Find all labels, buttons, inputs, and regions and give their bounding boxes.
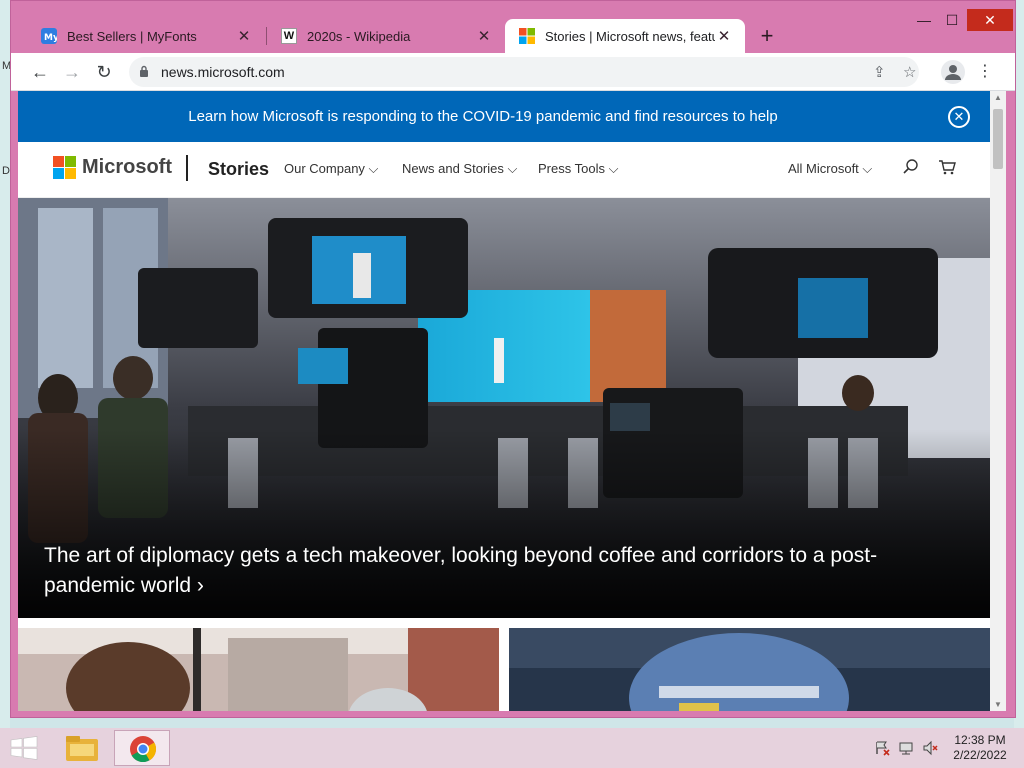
minimize-button[interactable]: — xyxy=(909,9,939,31)
forward-button[interactable]: → xyxy=(61,61,83,83)
maximize-button[interactable]: ☐ xyxy=(937,9,967,31)
nav-news-and-stories[interactable]: News and Stories ⌵ xyxy=(402,161,517,177)
new-tab-button[interactable]: + xyxy=(755,25,779,49)
close-tab-icon[interactable]: ✕ xyxy=(235,27,253,45)
microsoft-icon xyxy=(519,28,535,44)
section-title[interactable]: Stories xyxy=(208,159,269,180)
back-button[interactable]: ← xyxy=(29,61,51,83)
nav-press-tools[interactable]: Press Tools ⌵ xyxy=(538,161,618,177)
action-center-flag-icon[interactable] xyxy=(874,740,890,759)
browser-window: My Best Sellers | MyFonts ✕ W 2020s - Wi… xyxy=(10,0,1016,718)
brand-wordmark[interactable]: Microsoft xyxy=(82,156,172,179)
share-icon[interactable]: ⇪ xyxy=(873,63,886,81)
nav-our-company[interactable]: Our Company ⌵ xyxy=(284,161,378,177)
url-text[interactable]: news.microsoft.com xyxy=(161,64,285,80)
story-cards xyxy=(18,628,990,711)
clock-date: 2/22/2022 xyxy=(953,748,1007,762)
close-window-button[interactable]: ✕ xyxy=(967,9,1013,31)
tab-microsoft-stories[interactable]: Stories | Microsoft news, features ✕ xyxy=(505,19,745,53)
profile-avatar-icon[interactable] xyxy=(941,60,965,84)
site-header: Microsoft Stories Our Company ⌵ News and… xyxy=(18,142,990,198)
windows-start-icon[interactable] xyxy=(10,736,38,760)
wikipedia-icon: W xyxy=(281,28,297,44)
myfonts-icon: My xyxy=(41,28,57,44)
search-icon[interactable] xyxy=(902,158,920,181)
tab-title: Stories | Microsoft news, features xyxy=(545,28,715,44)
covid-banner[interactable]: Learn how Microsoft is responding to the… xyxy=(18,91,990,142)
tab-title: Best Sellers | MyFonts xyxy=(67,28,197,44)
microsoft-logo-icon[interactable] xyxy=(53,156,76,179)
volume-muted-icon[interactable] xyxy=(922,740,938,759)
hero-image[interactable]: The art of diplomacy gets a tech makeove… xyxy=(18,198,990,618)
bookmark-star-icon[interactable]: ☆ xyxy=(903,63,916,81)
scroll-down-icon[interactable]: ▼ xyxy=(994,700,1002,709)
lock-icon xyxy=(140,65,148,77)
system-clock[interactable]: 12:38 PM 2/22/2022 xyxy=(950,733,1010,763)
desktop-edge-left: M D xyxy=(0,0,11,728)
network-icon[interactable] xyxy=(898,740,914,759)
tab-wikipedia[interactable]: W 2020s - Wikipedia ✕ xyxy=(267,19,505,53)
page-scrollbar[interactable]: ▲ ▼ xyxy=(990,91,1006,711)
browser-toolbar: ← → ↻ news.microsoft.com ⇪ ☆ ⋮ xyxy=(11,53,1015,91)
address-bar[interactable]: news.microsoft.com ⇪ ☆ xyxy=(129,57,919,87)
tab-myfonts[interactable]: My Best Sellers | MyFonts ✕ xyxy=(27,19,265,53)
hero-headline-link[interactable]: The art of diplomacy gets a tech makeove… xyxy=(44,541,924,601)
nav-all-microsoft[interactable]: All Microsoft ⌵ xyxy=(788,161,872,177)
chrome-taskbar-icon[interactable] xyxy=(114,730,170,766)
clock-time: 12:38 PM xyxy=(954,733,1006,747)
desktop-icon-label: D xyxy=(2,165,10,177)
file-explorer-icon[interactable] xyxy=(54,730,110,766)
cart-icon[interactable] xyxy=(938,158,956,181)
story-card[interactable] xyxy=(18,628,499,711)
reload-button[interactable]: ↻ xyxy=(93,61,115,83)
banner-close-icon[interactable]: ✕ xyxy=(948,106,970,128)
tab-title: 2020s - Wikipedia xyxy=(307,28,411,44)
close-tab-icon[interactable]: ✕ xyxy=(715,27,733,45)
covid-banner-message[interactable]: Learn how Microsoft is responding to the… xyxy=(18,108,948,125)
page-viewport: Learn how Microsoft is responding to the… xyxy=(18,91,990,711)
taskbar: 12:38 PM 2/22/2022 xyxy=(0,728,1024,768)
tab-strip: My Best Sellers | MyFonts ✕ W 2020s - Wi… xyxy=(11,1,1015,53)
story-card-image xyxy=(18,628,499,711)
close-tab-icon[interactable]: ✕ xyxy=(475,27,493,45)
scrollbar-thumb[interactable] xyxy=(993,109,1003,169)
story-card-image xyxy=(509,628,990,711)
story-card[interactable] xyxy=(509,628,990,711)
svg-text:My: My xyxy=(44,33,57,43)
browser-menu-icon[interactable]: ⋮ xyxy=(977,61,993,81)
brand-divider xyxy=(186,155,188,181)
scroll-up-icon[interactable]: ▲ xyxy=(994,93,1002,102)
